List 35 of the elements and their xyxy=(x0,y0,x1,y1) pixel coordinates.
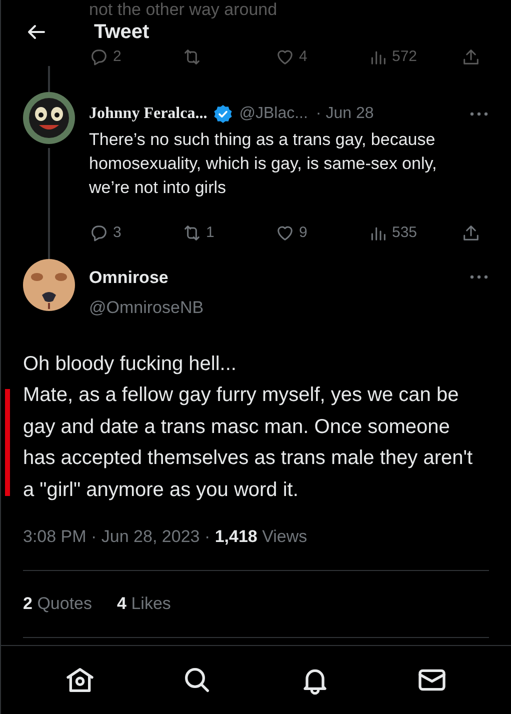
retweet-icon xyxy=(182,223,202,244)
like-button[interactable]: 4 xyxy=(275,46,363,68)
like-button[interactable]: 9 xyxy=(275,222,363,244)
reply-button[interactable]: 3 xyxy=(89,222,177,244)
tweet-date: · Jun 28 xyxy=(316,104,374,124)
author-handle: @OmniroseNB xyxy=(89,297,205,319)
heart-icon xyxy=(275,223,295,244)
share-icon xyxy=(461,47,481,68)
view-count: 1,418 xyxy=(214,526,258,548)
author-name: Johnny Feralca... xyxy=(89,104,208,124)
page-title: Tweet xyxy=(94,20,150,44)
retweet-button[interactable]: 1 xyxy=(182,222,270,244)
share-button[interactable] xyxy=(461,223,481,244)
speech-bubble-icon xyxy=(89,223,109,244)
tweet-text: Mate, as a fellow gay furry myself, yes we can be gay and date a trans masc man. Once someone has accepted themselves as trans male they aren't a "girl" anymore as you word it. xyxy=(23,383,474,502)
more-icon[interactable] xyxy=(469,274,489,280)
author-handle: @JBlac... xyxy=(239,104,308,124)
views-button[interactable]: 535 xyxy=(368,222,456,244)
stat-link[interactable]: 2 Quotes xyxy=(23,590,92,616)
more-icon[interactable] xyxy=(469,111,489,117)
tweet-text: not the other way around xyxy=(89,0,278,20)
views-label: Views xyxy=(261,526,308,548)
author-name: Omnirose xyxy=(89,266,168,288)
timestamp: 3:08 PM · Jun 28, 2023 · xyxy=(23,526,212,548)
share-icon xyxy=(461,223,481,244)
views-button[interactable]: 572 xyxy=(368,46,456,68)
share-button[interactable] xyxy=(461,47,481,68)
avatar-drawing xyxy=(23,92,75,144)
reply-button[interactable]: 2 xyxy=(89,46,177,68)
stat-link[interactable]: 4 Likes xyxy=(117,590,171,616)
speech-bubble-icon xyxy=(89,47,109,68)
tweet-text: Oh bloody fucking hell... xyxy=(23,352,238,376)
retweet-icon xyxy=(182,47,202,68)
heart-icon xyxy=(275,47,295,68)
tweet-text: There’s no such thing as a trans gay, because homosexuality, which is gay, is same-sex only, we’re not into girls xyxy=(89,129,438,199)
